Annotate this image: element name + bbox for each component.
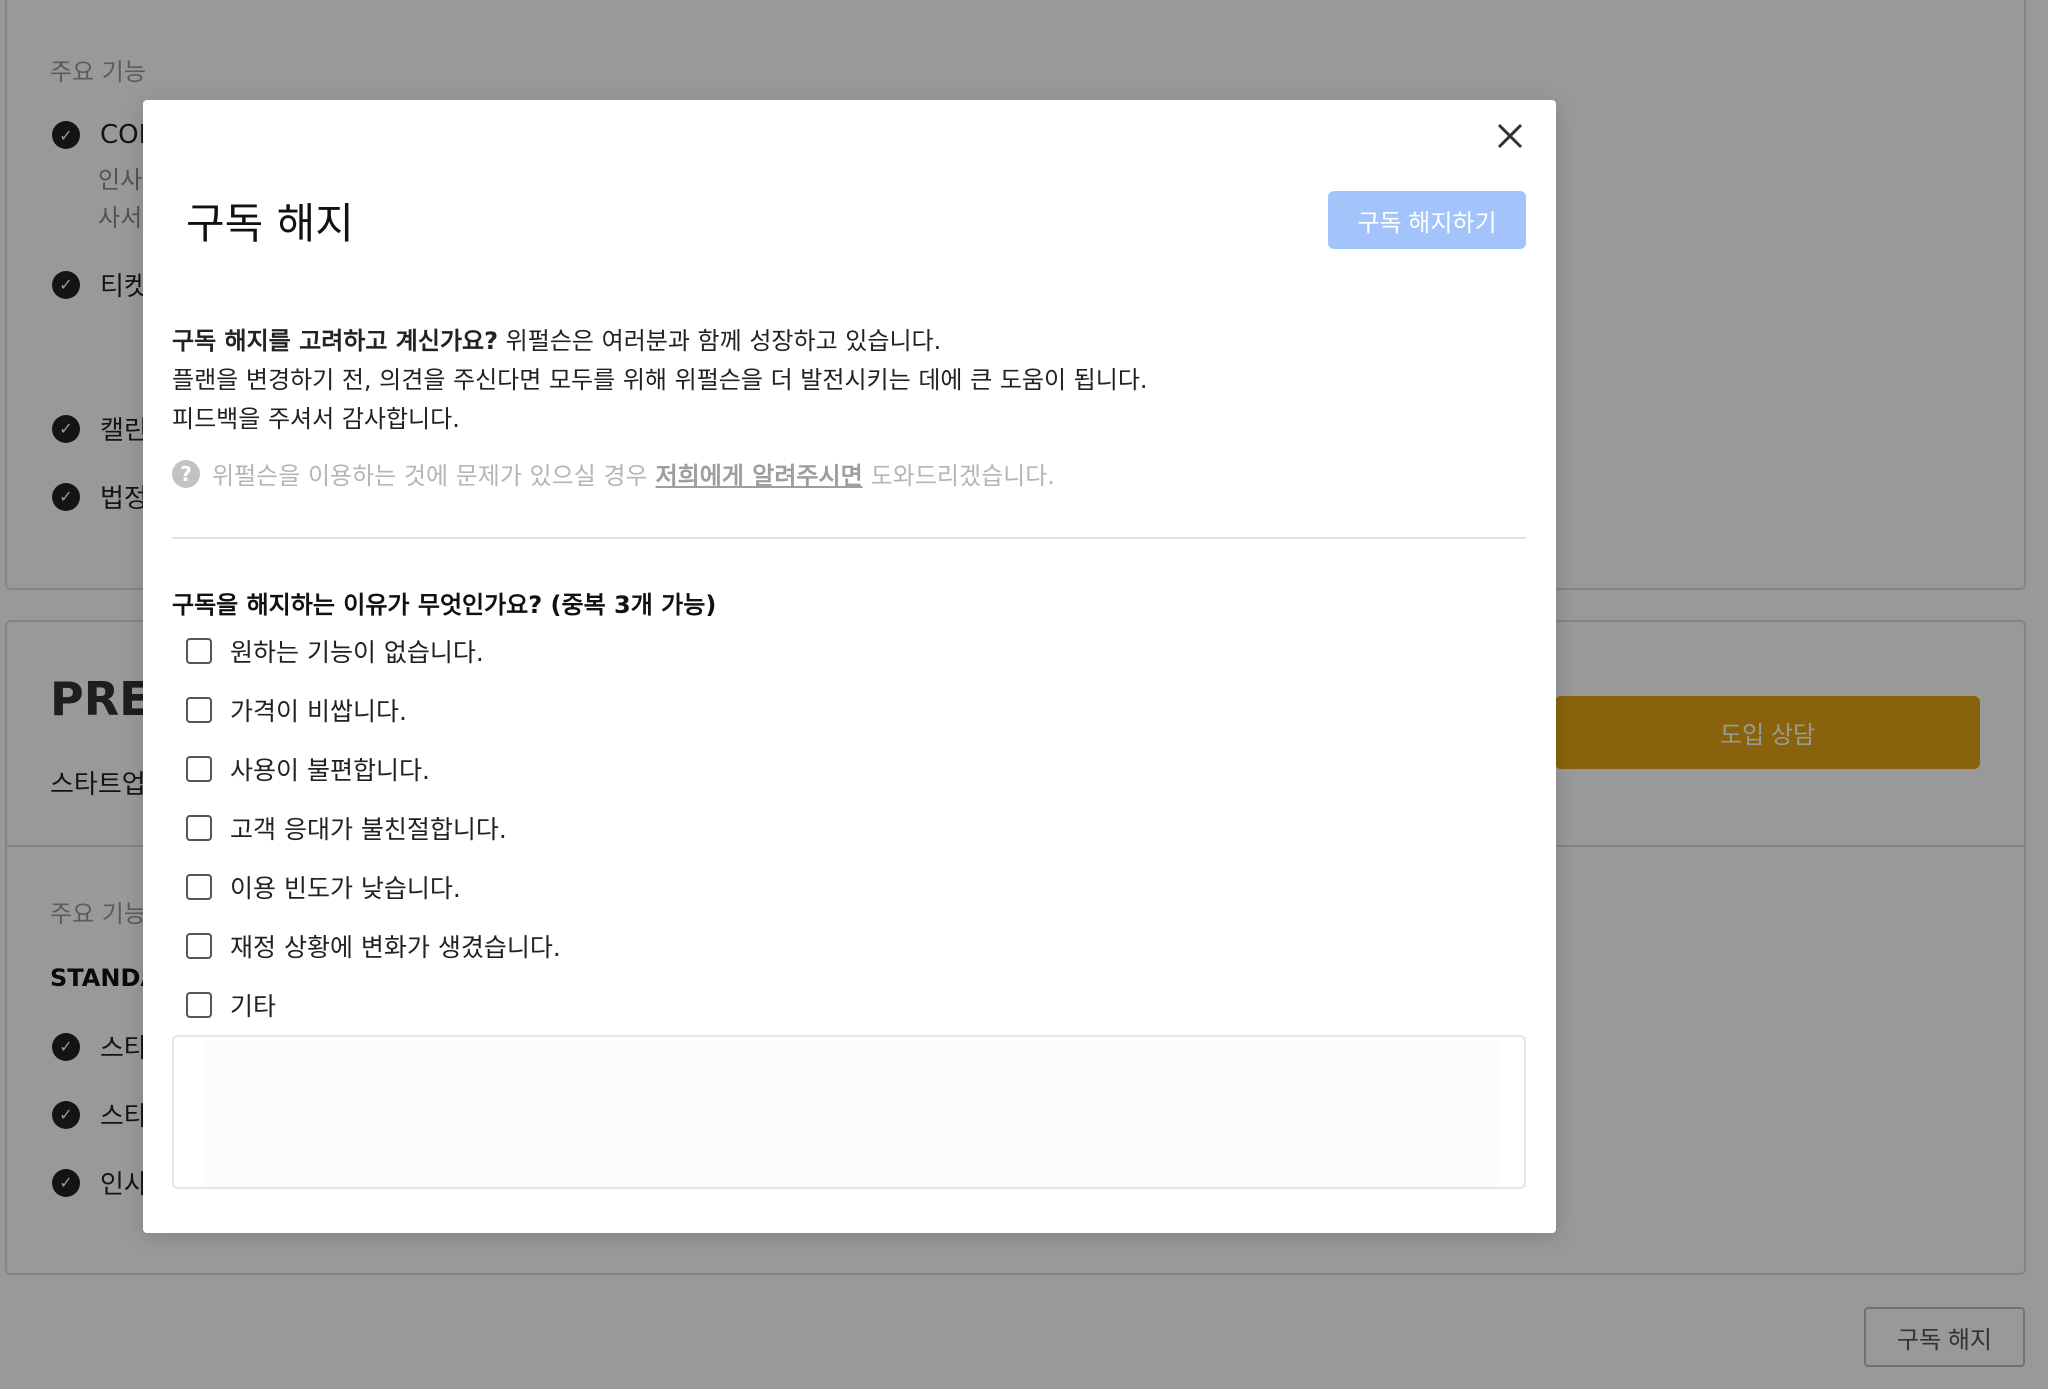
reason-label: 사용이 불편합니다. [230,756,430,785]
help-prefix: 위펄슨을 이용하는 것에 문제가 있으실 경우 [212,462,648,490]
reason-checkbox[interactable] [186,756,212,782]
unsubscribe-modal: 구독 해지 구독 해지하기 구독 해지를 고려하고 계신가요? 위펄슨은 여러분… [143,100,1556,1233]
help-line: ? 위펄슨을 이용하는 것에 문제가 있으실 경우 저희에게 알려주시면 도와드… [172,456,1055,491]
reason-label: 원하는 기능이 없습니다. [230,638,484,667]
other-reason-field [172,1035,1526,1189]
reason-option[interactable]: 기타 [186,987,276,1023]
modal-title: 구독 해지 [186,199,354,248]
close-button[interactable] [1486,112,1534,160]
reason-label: 가격이 비쌉니다. [230,697,407,726]
reason-option[interactable]: 원하는 기능이 없습니다. [186,633,484,669]
reason-checkbox[interactable] [186,638,212,664]
intro-text: 구독 해지를 고려하고 계신가요? 위펄슨은 여러분과 함께 성장하고 있습니다… [172,322,1532,439]
reason-checkbox[interactable] [186,815,212,841]
intro-line3: 피드백을 주셔서 감사합니다. [172,405,460,433]
reason-label: 이용 빈도가 낮습니다. [230,874,461,903]
confirm-unsubscribe-button[interactable]: 구독 해지하기 [1328,191,1526,249]
reason-question: 구독을 해지하는 이유가 무엇인가요? (중복 3개 가능) [172,591,717,619]
close-icon [1497,123,1523,149]
intro-line2: 플랜을 변경하기 전, 의견을 주신다면 모두를 위해 위펄슨을 더 발전시키는… [172,366,1148,394]
reason-checkbox[interactable] [186,874,212,900]
question-icon: ? [172,459,200,488]
intro-bold: 구독 해지를 고려하고 계신가요? [172,327,499,355]
help-suffix: 도와드리겠습니다. [870,462,1055,490]
reason-option[interactable]: 이용 빈도가 낮습니다. [186,869,461,905]
reason-label: 고객 응대가 불친절합니다. [230,815,507,844]
reason-option[interactable]: 사용이 불편합니다. [186,751,430,787]
contact-link[interactable]: 저희에게 알려주시면 [656,456,863,491]
reason-option[interactable]: 가격이 비쌉니다. [186,692,407,728]
reason-label: 기타 [230,992,277,1021]
reason-option[interactable]: 고객 응대가 불친절합니다. [186,810,507,846]
reason-label: 재정 상황에 변화가 생겼습니다. [230,933,561,962]
reason-checkbox[interactable] [186,992,212,1018]
reason-checkbox[interactable] [186,697,212,723]
reason-checkbox[interactable] [186,933,212,959]
reason-option[interactable]: 재정 상황에 변화가 생겼습니다. [186,928,561,964]
intro-line1: 위펄슨은 여러분과 함께 성장하고 있습니다. [498,327,942,355]
other-reason-input[interactable] [202,1041,1500,1187]
divider [172,537,1526,539]
